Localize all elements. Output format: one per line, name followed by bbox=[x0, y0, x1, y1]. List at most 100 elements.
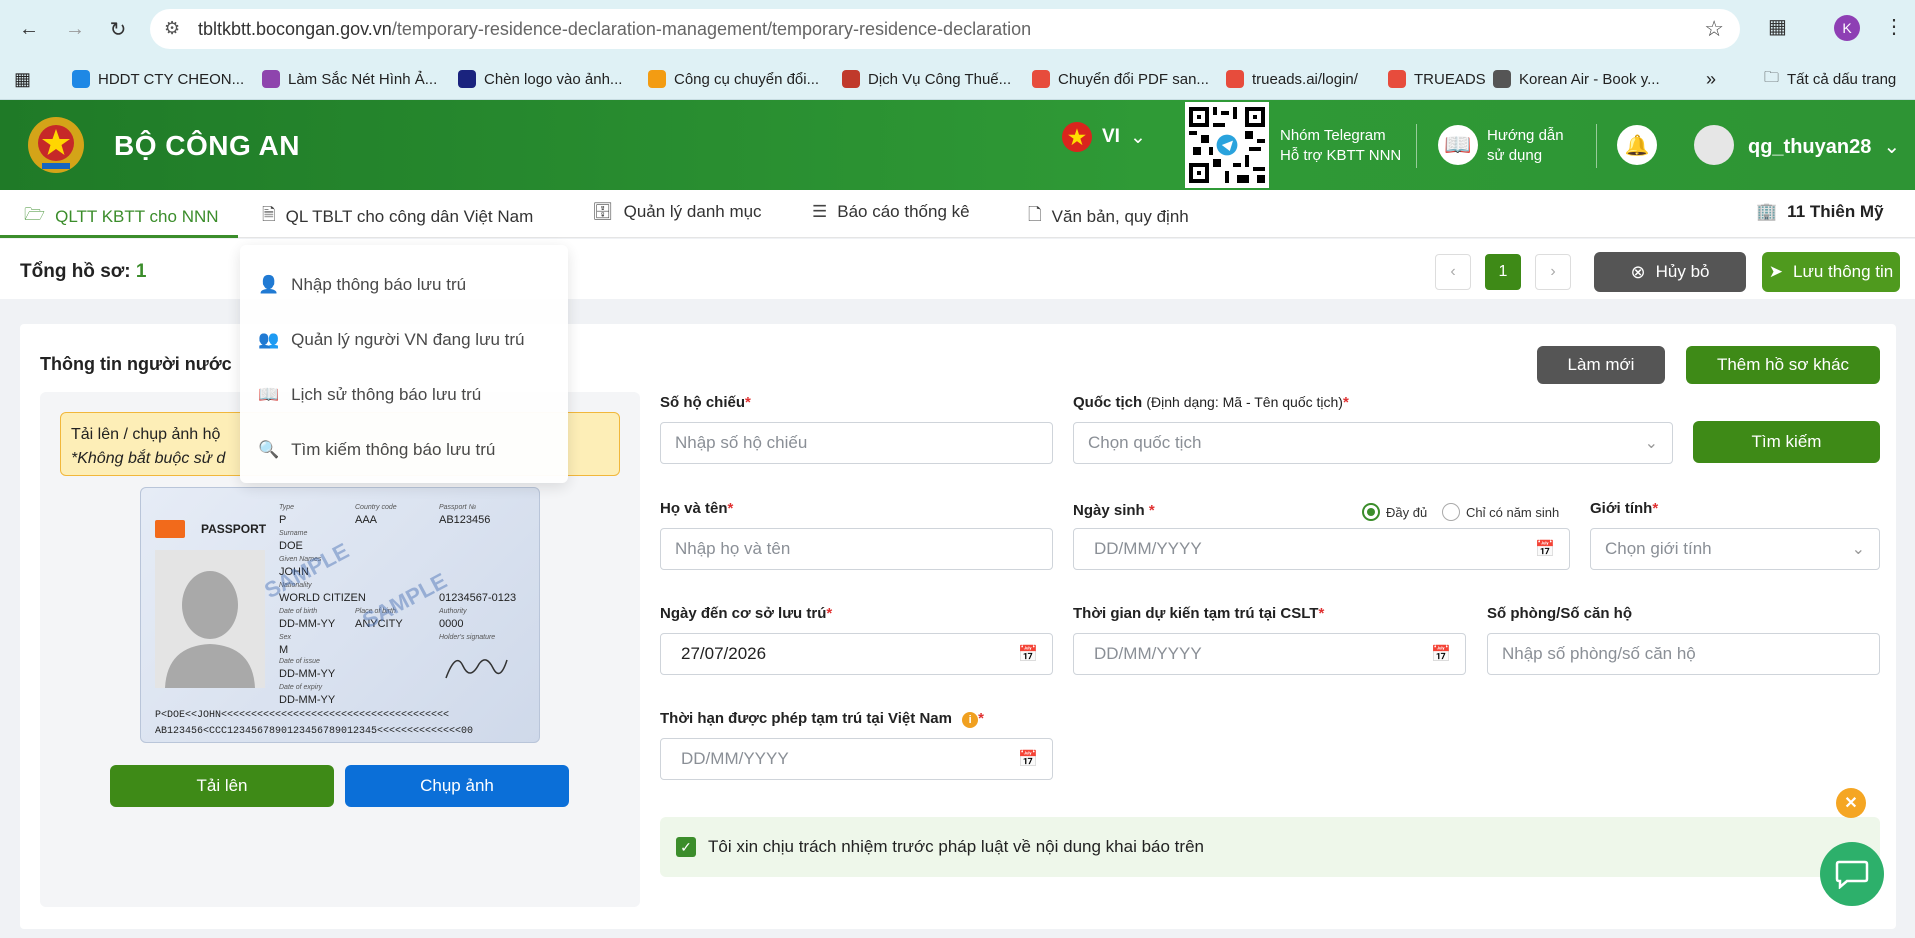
url-path: /temporary-residence-declaration-managem… bbox=[391, 18, 1032, 39]
bookmark-favicon-icon bbox=[1032, 70, 1050, 88]
bookmark-item[interactable]: Công cụ chuyển đổi... bbox=[648, 66, 819, 92]
menu-ql-tblt[interactable]: 🗎 QL TBLT cho công dân Việt Nam bbox=[262, 202, 533, 231]
bookmark-star-icon[interactable]: ☆ bbox=[1704, 16, 1724, 42]
location-selector[interactable]: 🏢 11 Thiên Mỹ bbox=[1756, 202, 1884, 222]
notification-bell-icon[interactable]: 🔔 bbox=[1617, 125, 1657, 165]
extensions-icon[interactable]: ▦ bbox=[1768, 14, 1787, 39]
info-icon[interactable]: i bbox=[962, 712, 979, 728]
username[interactable]: qg_thuyan28 ⌄ bbox=[1748, 134, 1900, 159]
user-avatar[interactable] bbox=[1694, 125, 1734, 165]
close-chat-icon[interactable]: ✕ bbox=[1836, 788, 1866, 818]
responsibility-confirmation[interactable]: ✓ Tôi xin chịu trách nhiệm trước pháp luậ… bbox=[660, 817, 1880, 877]
file-plus-icon: 🗎 bbox=[262, 205, 276, 224]
address-bar[interactable]: ⚙ tbltkbtt.bocongan.gov.vn/temporary-res… bbox=[150, 9, 1740, 49]
bookmark-item[interactable]: Chèn logo vào ảnh... bbox=[458, 66, 622, 92]
browser-toolbar: ← → ↻ ⚙ tbltkbtt.bocongan.gov.vn/tempora… bbox=[0, 0, 1915, 58]
bookmark-item[interactable]: Dịch Vụ Công Thuế... bbox=[842, 66, 1011, 92]
send-icon: ➤ bbox=[1768, 262, 1783, 281]
section-title: Thông tin người nước bbox=[40, 354, 232, 374]
profile-avatar[interactable]: K bbox=[1834, 15, 1860, 41]
bookmark-item[interactable]: trueads.ai/login/ bbox=[1226, 66, 1358, 92]
user-guide-link[interactable]: Hướng dẫn sử dụng bbox=[1487, 126, 1564, 166]
chevron-down-icon: ⌄ bbox=[1129, 126, 1146, 148]
chat-bubble-icon[interactable] bbox=[1820, 842, 1884, 906]
bookmark-favicon-icon bbox=[1493, 70, 1511, 88]
ql-tblt-dropdown-menu: 👤 Nhập thông báo lưu trú 👥 Quản lý người V… bbox=[240, 245, 568, 483]
language-selector[interactable]: ★ VI ⌄ bbox=[1062, 122, 1146, 152]
next-page-button[interactable]: › bbox=[1535, 254, 1571, 290]
folder-icon: 🗀 bbox=[1764, 68, 1780, 86]
site-info-icon[interactable]: ⚙ bbox=[164, 18, 180, 39]
users-icon: 👥 bbox=[258, 330, 280, 349]
signature-image bbox=[445, 659, 508, 679]
bookmark-favicon-icon bbox=[458, 70, 476, 88]
dropdown-item-lich-su[interactable]: 📖 Lịch sử thông báo lưu trú bbox=[258, 385, 481, 405]
divider bbox=[1596, 124, 1597, 168]
dropdown-item-nhap-thong-bao[interactable]: 👤 Nhập thông báo lưu trú bbox=[258, 275, 466, 295]
brand-name: BỘ CÔNG AN bbox=[114, 130, 300, 161]
book-open-icon: 📖 bbox=[258, 385, 280, 404]
browser-menu-icon[interactable]: ⋮ bbox=[1884, 14, 1904, 39]
search-button[interactable]: Tìm kiếm bbox=[1693, 421, 1880, 463]
calendar-icon: 📅 bbox=[1018, 646, 1038, 663]
dob-input[interactable]: DD/MM/YYYY 📅 bbox=[1073, 528, 1570, 570]
layers-icon: ☰ bbox=[812, 202, 828, 221]
dropdown-item-tim-kiem[interactable]: 🔍 Tìm kiếm thông báo lưu trú bbox=[258, 440, 495, 460]
stay-duration-input[interactable]: DD/MM/YYYY 📅 bbox=[1073, 633, 1466, 675]
passport-photo bbox=[155, 550, 265, 688]
checkbox-checked-icon[interactable]: ✓ bbox=[676, 837, 696, 857]
menu-bao-cao[interactable]: ☰ Báo cáo thống kê bbox=[812, 202, 970, 222]
bookmark-favicon-icon bbox=[1388, 70, 1406, 88]
passport-flag-icon bbox=[155, 520, 185, 538]
reload-icon[interactable]: ↻ bbox=[101, 12, 135, 46]
save-button[interactable]: ➤ Lưu thông tin bbox=[1762, 252, 1900, 292]
bookmark-item[interactable]: Chuyển đổi PDF san... bbox=[1032, 66, 1209, 92]
bookmark-item[interactable]: Korean Air - Book y... bbox=[1493, 66, 1660, 92]
gender-select[interactable]: Chọn giới tính ⌄ bbox=[1590, 528, 1880, 570]
nationality-label: Quốc tịch (Định dạng: Mã - Tên quốc tịch… bbox=[1073, 394, 1349, 411]
prev-page-button[interactable]: ‹ bbox=[1435, 254, 1471, 290]
dropdown-item-quan-ly-nguoi-vn[interactable]: 👥 Quản lý người VN đang lưu trú bbox=[258, 330, 524, 350]
close-circle-icon: ⊗ bbox=[1630, 261, 1646, 282]
telegram-support[interactable]: Nhóm Telegram Hỗ trợ KBTT NNN bbox=[1280, 126, 1401, 166]
forward-icon[interactable]: → bbox=[58, 12, 92, 46]
bookmark-item[interactable]: Làm Sắc Nét Hình Ả... bbox=[262, 66, 437, 92]
bookmark-favicon-icon bbox=[72, 70, 90, 88]
permit-expiry-input[interactable]: DD/MM/YYYY 📅 bbox=[660, 738, 1053, 780]
total-records: Tổng hồ sơ: 1 bbox=[20, 261, 147, 282]
archive-icon: 🗄 bbox=[592, 202, 614, 221]
bookmark-item[interactable]: TRUEADS bbox=[1388, 66, 1486, 92]
dob-mode-full[interactable]: Đầy đủ bbox=[1362, 503, 1427, 521]
chevron-down-icon: ⌄ bbox=[1883, 136, 1901, 158]
add-other-record-button[interactable]: Thêm hồ sơ khác bbox=[1686, 346, 1880, 384]
chevron-down-icon: ⌄ bbox=[1644, 435, 1658, 452]
fullname-input[interactable]: Nhập họ và tên bbox=[660, 528, 1053, 570]
page-number-button[interactable]: 1 bbox=[1485, 254, 1521, 290]
capture-photo-button[interactable]: Chụp ảnh bbox=[345, 765, 569, 807]
bookmark-favicon-icon bbox=[648, 70, 666, 88]
folder-icon: 🗁 bbox=[24, 205, 46, 224]
app-header: BỘ CÔNG AN ★ VI ⌄ Nhóm Telegram Hỗ trợ K… bbox=[0, 100, 1915, 190]
dob-mode-year-only[interactable]: Chỉ có năm sinh bbox=[1442, 503, 1559, 521]
menu-van-ban[interactable]: 🗋 Văn bản, quy định bbox=[1028, 202, 1189, 231]
bookmark-item[interactable]: HDDT CTY CHEON... bbox=[72, 66, 244, 92]
refresh-button[interactable]: Làm mới bbox=[1537, 346, 1665, 384]
police-emblem-logo bbox=[28, 117, 84, 173]
more-bookmarks-icon[interactable]: » bbox=[1706, 66, 1716, 92]
calendar-icon: 📅 bbox=[1018, 751, 1038, 768]
arrival-date-input[interactable]: 27/07/2026 📅 bbox=[660, 633, 1053, 675]
apps-icon[interactable]: ▦ bbox=[14, 66, 31, 92]
menu-qltt-kbtt[interactable]: 🗁 QLTT KBTT cho NNN bbox=[24, 202, 219, 231]
all-bookmarks[interactable]: 🗀 Tất cả dấu trang bbox=[1764, 66, 1896, 92]
nationality-select[interactable]: Chọn quốc tịch ⌄ bbox=[1073, 422, 1673, 464]
cancel-button[interactable]: ⊗ Hủy bỏ bbox=[1594, 252, 1746, 292]
menu-danh-muc[interactable]: 🗄 Quản lý danh mục bbox=[592, 202, 762, 222]
calendar-icon: 📅 bbox=[1431, 646, 1451, 663]
stay-duration-label: Thời gian dự kiến tạm trú tại CSLT* bbox=[1073, 605, 1325, 622]
upload-button[interactable]: Tải lên bbox=[110, 765, 334, 807]
book-icon[interactable]: 📖 bbox=[1438, 125, 1478, 165]
room-no-input[interactable]: Nhập số phòng/số căn hộ bbox=[1487, 633, 1880, 675]
user-plus-icon: 👤 bbox=[258, 275, 280, 294]
back-icon[interactable]: ← bbox=[12, 12, 46, 46]
passport-no-input[interactable]: Nhập số hộ chiếu bbox=[660, 422, 1053, 464]
